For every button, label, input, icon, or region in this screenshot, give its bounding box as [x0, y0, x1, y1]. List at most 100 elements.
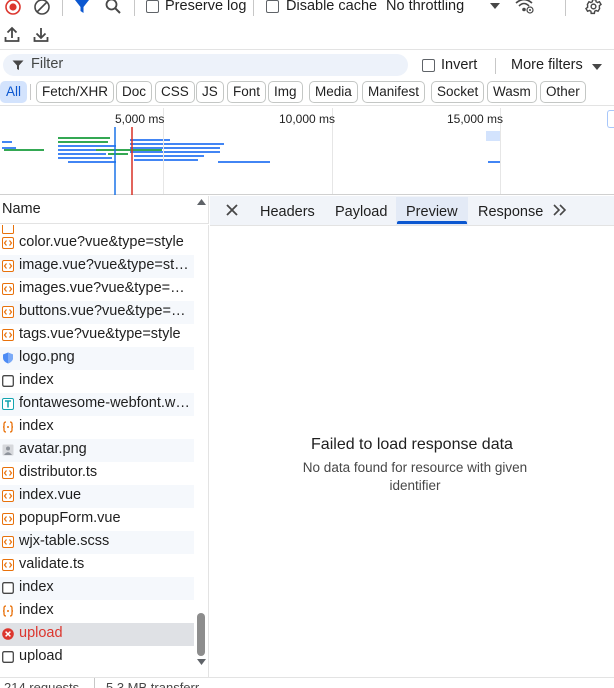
script-file-icon: [2, 467, 14, 479]
overview-request-bar: [190, 151, 220, 153]
type-filter-all[interactable]: All: [0, 81, 28, 103]
tab-response[interactable]: Response: [478, 204, 543, 220]
overview-request-bar: [134, 159, 198, 161]
tab-headers[interactable]: Headers: [260, 204, 315, 220]
script-file-icon: [2, 260, 14, 272]
overview-request-bar: [2, 147, 16, 149]
error-icon: [2, 628, 14, 640]
search-icon[interactable]: [105, 0, 122, 15]
request-row[interactable]: buttons.vue?vue&type=style: [0, 301, 194, 324]
upload-icon[interactable]: [4, 26, 20, 43]
fetch-icon: [2, 421, 14, 433]
overview-request-bar: [58, 141, 108, 143]
chevron-double-right-icon[interactable]: [553, 204, 567, 216]
overview-request-bar: [2, 141, 12, 143]
request-list-scrollbar[interactable]: [196, 199, 208, 669]
download-icon[interactable]: [33, 26, 49, 43]
request-list[interactable]: color.vue?vue&type=style image.vue?vue&ty…: [0, 225, 209, 677]
request-row[interactable]: distributor.ts: [0, 462, 194, 485]
request-row[interactable]: fontawesome-webfont.woff: [0, 393, 194, 416]
type-filter-doc[interactable]: Doc: [116, 81, 153, 103]
scrollbar-thumb[interactable]: [197, 613, 205, 656]
script-file-icon: [2, 490, 14, 502]
type-filter-manifest[interactable]: Manifest: [362, 81, 426, 103]
request-row[interactable]: images.vue?vue&type=style: [0, 278, 194, 301]
document-icon: [2, 582, 14, 594]
toolbar-divider: [134, 0, 135, 16]
overview-request-bar: [58, 157, 112, 159]
scroll-down-arrow-icon[interactable]: [197, 659, 206, 665]
script-file-icon: [2, 559, 14, 571]
network-conditions-icon[interactable]: [514, 0, 534, 15]
scroll-up-arrow-icon[interactable]: [197, 199, 206, 205]
overview-request-bar: [58, 153, 106, 155]
request-row[interactable]: validate.ts: [0, 554, 194, 577]
gear-icon[interactable]: [584, 0, 603, 16]
script-file-icon: [2, 306, 14, 318]
request-name: image.vue?vue&type=style: [19, 257, 191, 273]
overview-request-bar: [108, 153, 128, 155]
request-name: fontawesome-webfont.woff: [19, 395, 191, 411]
status-divider: [94, 678, 95, 688]
request-row[interactable]: popupForm.vue: [0, 508, 194, 531]
script-file-icon: [2, 536, 14, 548]
filter-icon: [12, 60, 24, 70]
request-row[interactable]: avatar.png: [0, 439, 194, 462]
request-name: upload: [19, 625, 63, 641]
preserve-log-checkbox[interactable]: [146, 0, 159, 13]
request-row[interactable]: index: [0, 577, 194, 600]
request-row[interactable]: index: [0, 600, 194, 623]
tab-preview[interactable]: Preview: [406, 204, 458, 220]
request-row[interactable]: image.vue?vue&type=style: [0, 255, 194, 278]
request-row[interactable]: index: [0, 416, 194, 439]
request-row[interactable]: tags.vue?vue&type=style: [0, 324, 194, 347]
overview-request-bar: [130, 139, 170, 141]
preview-empty-title: Failed to load response data: [311, 436, 513, 453]
request-row[interactable]: index: [0, 370, 194, 393]
transferred-size: 5.3 MB transferr: [106, 680, 200, 688]
clear-icon[interactable]: [33, 0, 51, 17]
request-row[interactable]: upload: [0, 623, 194, 646]
filter-input[interactable]: Filter: [3, 54, 408, 76]
disable-cache-label: Disable cache: [286, 0, 378, 14]
request-row[interactable]: upload: [0, 646, 194, 669]
more-filters-dropdown[interactable]: More filters: [508, 56, 608, 76]
request-row[interactable]: color.vue?vue&type=style: [0, 232, 194, 255]
request-name: index.vue: [19, 487, 82, 503]
overview-range-handle[interactable]: [607, 110, 614, 128]
type-filter-css[interactable]: CSS: [155, 81, 195, 103]
close-icon[interactable]: [226, 204, 238, 216]
invert-label: Invert: [441, 57, 478, 73]
request-row[interactable]: index.vue: [0, 485, 194, 508]
record-stop-icon[interactable]: [4, 0, 22, 17]
request-name: color.vue?vue&type=style: [19, 234, 184, 250]
type-filter-media[interactable]: Media: [309, 81, 358, 103]
type-filter-img[interactable]: Img: [268, 81, 303, 103]
overview-request-bar: [58, 137, 110, 139]
preview-empty-message: No data found for resource with given id…: [302, 460, 528, 493]
network-status-bar: 214 requests 5.3 MB transferr: [0, 677, 614, 688]
request-name: logo.png: [19, 349, 75, 365]
type-filter-other[interactable]: Other: [540, 81, 586, 103]
type-filter-js[interactable]: JS: [196, 81, 224, 103]
type-filter-socket[interactable]: Socket: [431, 81, 485, 103]
filter-placeholder: Filter: [31, 56, 64, 72]
type-filter-fetch-xhr[interactable]: Fetch/XHR: [36, 81, 115, 103]
filter-icon[interactable]: [74, 0, 90, 15]
overview-tick-label: 10,000 ms: [279, 112, 336, 126]
invert-checkbox[interactable]: [422, 59, 435, 72]
throttling-select[interactable]: No throttling: [384, 0, 506, 16]
request-name: index: [19, 602, 54, 618]
type-filter-wasm[interactable]: Wasm: [487, 81, 537, 103]
request-row[interactable]: wjx-table.scss: [0, 531, 194, 554]
type-filter-font[interactable]: Font: [227, 81, 267, 103]
request-name: buttons.vue?vue&type=style: [19, 303, 191, 319]
tab-payload[interactable]: Payload: [335, 204, 387, 220]
name-column-header[interactable]: Name: [0, 196, 209, 224]
request-name: wjx-table.scss: [19, 533, 110, 549]
request-name: distributor.ts: [19, 464, 98, 480]
request-name: avatar.png: [19, 441, 87, 457]
request-row[interactable]: logo.png: [0, 347, 194, 370]
request-name: index: [19, 579, 54, 595]
disable-cache-checkbox[interactable]: [266, 0, 279, 13]
